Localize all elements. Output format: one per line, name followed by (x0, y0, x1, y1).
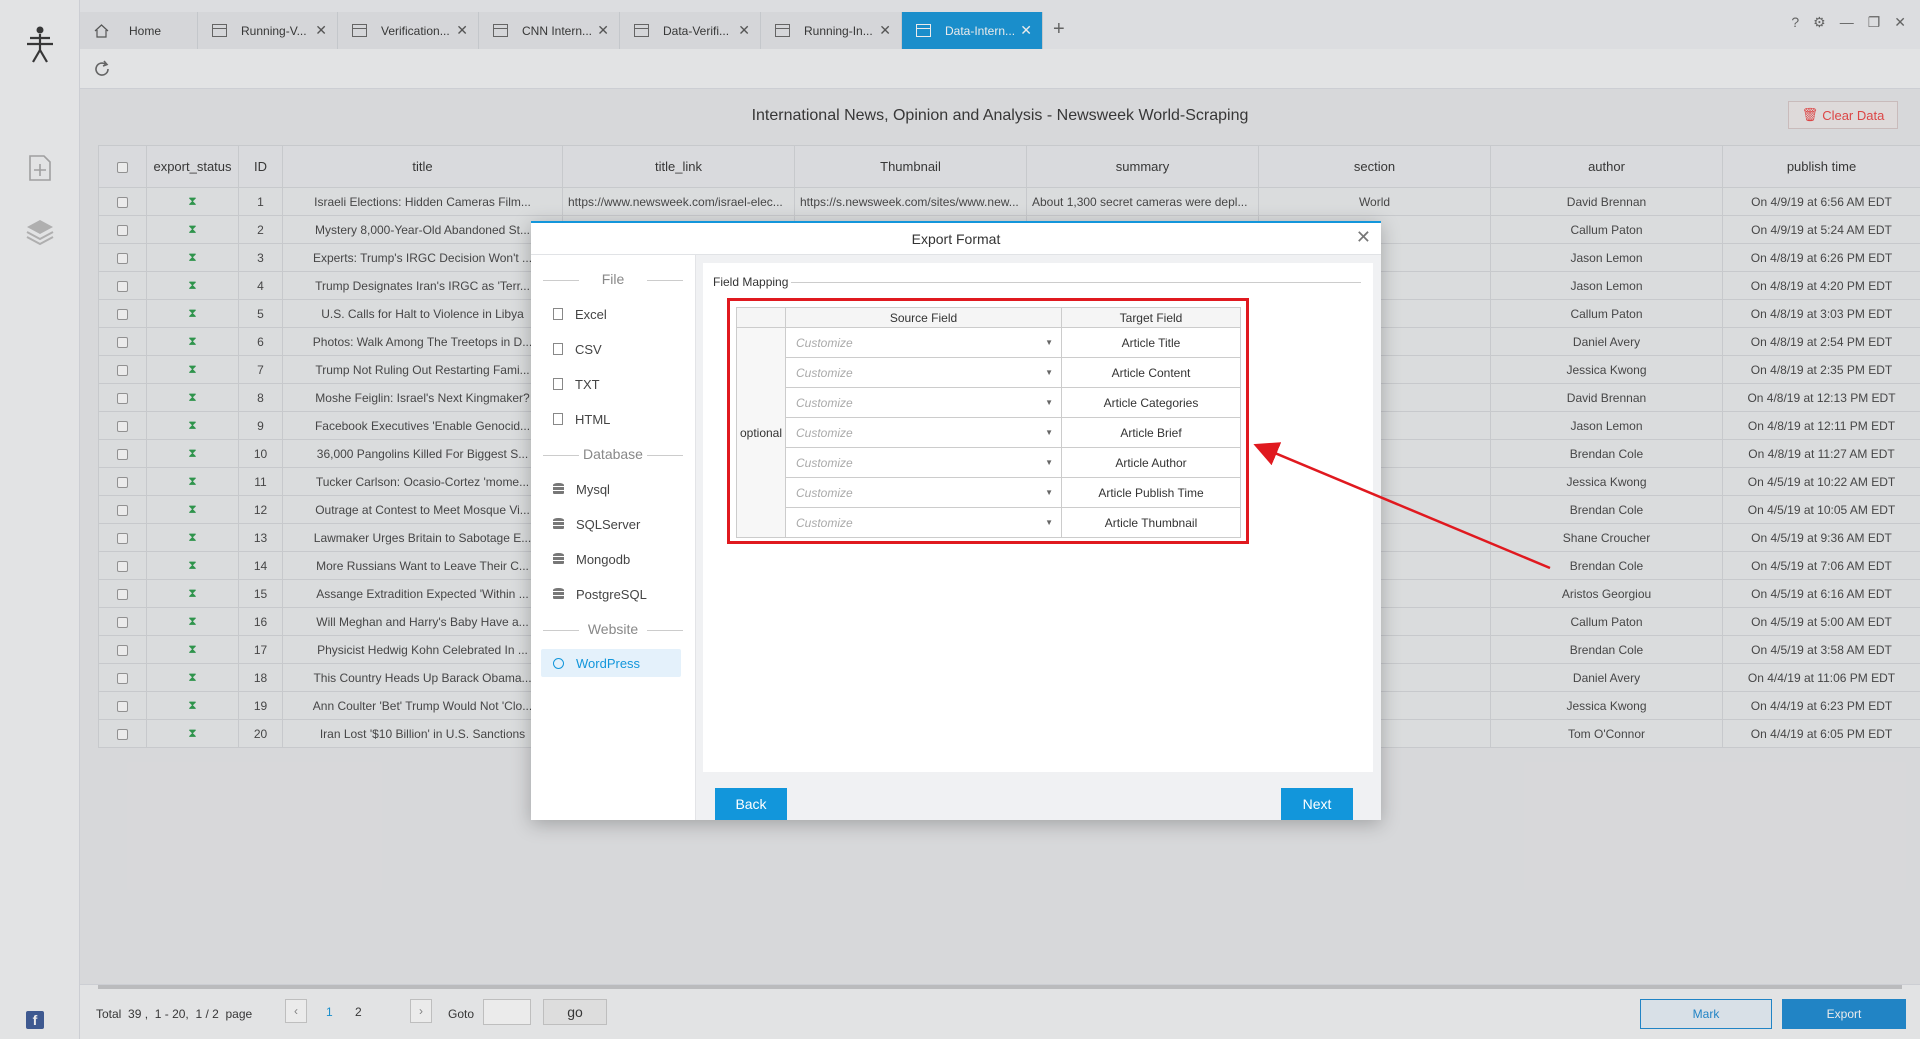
mapping-row: CustomizeArticle Content (737, 357, 1241, 388)
target-field-cell: Article Content (1061, 357, 1241, 388)
globe-icon (553, 657, 564, 669)
format-item-label: Excel (575, 306, 607, 322)
source-field-select[interactable]: Customize (785, 447, 1062, 478)
source-field-select[interactable]: Customize (785, 477, 1062, 508)
source-field-select[interactable]: Customize (785, 387, 1062, 418)
format-item-label: CSV (575, 341, 602, 357)
dialog-title: Export Format (911, 231, 1001, 247)
database-icon (553, 553, 564, 565)
format-item-mongodb[interactable]: Mongodb (541, 545, 681, 573)
format-item-wordpress[interactable]: WordPress (541, 649, 681, 677)
mapping-row: CustomizeArticle Publish Time (737, 477, 1241, 508)
source-field-select[interactable]: Customize (785, 327, 1062, 358)
close-icon[interactable]: ✕ (1356, 227, 1371, 248)
export-format-dialog: Export Format ✕ File Excel CSV TXT HTML … (531, 221, 1381, 820)
format-sidebar: File Excel CSV TXT HTML Database Mysql S… (531, 255, 696, 820)
target-field-cell: Article Publish Time (1061, 477, 1241, 508)
format-item-txt[interactable]: TXT (541, 370, 681, 398)
database-icon (553, 588, 564, 600)
target-field-cell: Article Title (1061, 327, 1241, 358)
format-item-label: Mysql (576, 481, 610, 497)
source-field-header: Source Field (785, 307, 1062, 328)
dialog-footer: Back Next (703, 780, 1373, 824)
mapping-row: CustomizeArticle Author (737, 447, 1241, 478)
field-mapping-label: Field Mapping (713, 275, 789, 289)
field-mapping-panel: Field Mapping Source Field Target Field … (703, 263, 1373, 772)
source-field-select[interactable]: Customize (785, 507, 1062, 538)
format-item-sqlserver[interactable]: SQLServer (541, 510, 681, 538)
file-icon (553, 308, 563, 320)
mapping-row: optionalCustomizeArticle Title (736, 327, 1241, 538)
group-website: Website (543, 621, 683, 637)
group-database: Database (543, 446, 683, 462)
format-item-html[interactable]: HTML (541, 405, 681, 433)
mapping-highlight-box: Source Field Target Field optional Custom… (727, 298, 1249, 544)
format-item-excel[interactable]: Excel (541, 300, 681, 328)
format-item-postgresql[interactable]: PostgreSQL (541, 580, 681, 608)
source-field-select[interactable]: Customize (785, 357, 1062, 388)
target-field-cell: Article Author (1061, 447, 1241, 478)
file-icon (553, 378, 563, 390)
database-icon (553, 483, 564, 495)
format-item-label: TXT (575, 376, 600, 392)
format-item-csv[interactable]: CSV (541, 335, 681, 363)
group-file: File (543, 271, 683, 287)
mapping-corner (736, 307, 786, 328)
dialog-body: File Excel CSV TXT HTML Database Mysql S… (531, 254, 1381, 820)
source-field-select[interactable]: Customize (785, 417, 1062, 448)
next-button[interactable]: Next (1281, 788, 1353, 820)
mapping-header-row: Source Field Target Field (736, 307, 1241, 328)
database-icon (553, 518, 564, 530)
file-icon (553, 413, 563, 425)
format-item-label: Mongodb (576, 551, 631, 567)
format-item-label: PostgreSQL (576, 586, 647, 602)
target-field-cell: Article Thumbnail (1061, 507, 1241, 538)
back-button[interactable]: Back (715, 788, 787, 820)
target-field-header: Target Field (1061, 307, 1241, 328)
format-item-mysql[interactable]: Mysql (541, 475, 681, 503)
optional-label: optional (736, 327, 786, 538)
target-field-cell: Article Brief (1061, 417, 1241, 448)
divider (791, 282, 1361, 283)
mapping-row: CustomizeArticle Categories (737, 387, 1241, 418)
file-icon (553, 343, 563, 355)
target-field-cell: Article Categories (1061, 387, 1241, 418)
field-mapping-table: Source Field Target Field optional Custom… (736, 307, 1241, 538)
format-item-label: HTML (575, 411, 611, 427)
mapping-row: CustomizeArticle Thumbnail (737, 507, 1241, 538)
mapping-row: CustomizeArticle Brief (737, 417, 1241, 448)
format-item-label: SQLServer (576, 516, 641, 532)
format-item-label: WordPress (576, 655, 641, 671)
